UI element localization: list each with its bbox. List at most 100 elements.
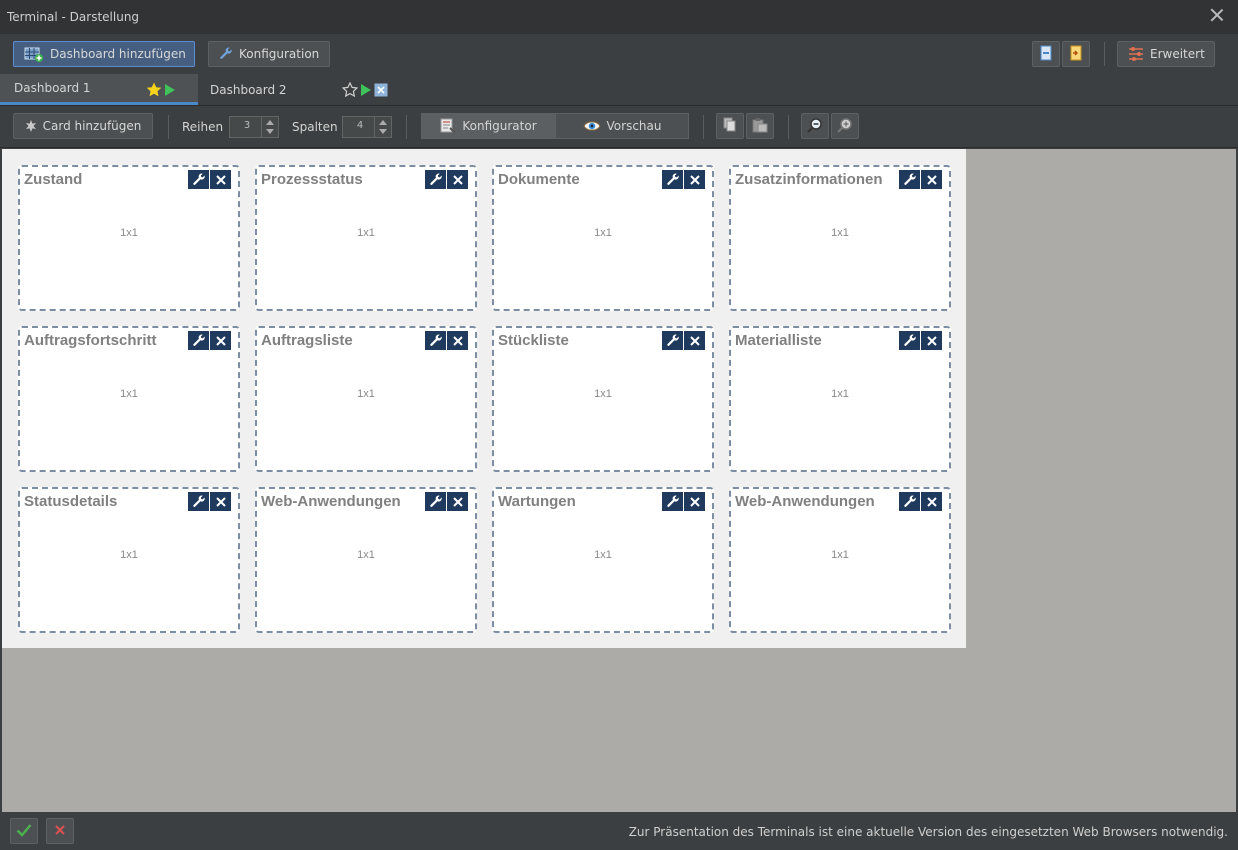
card-settings-button[interactable] (899, 492, 920, 511)
wrench-icon (219, 47, 233, 61)
dashboard-card[interactable]: Statusdetails 1x1 (18, 487, 240, 633)
advanced-label: Erweitert (1150, 47, 1205, 61)
configuration-button[interactable]: Konfiguration (208, 41, 330, 67)
arrow-down-icon[interactable] (266, 129, 274, 134)
close-icon (689, 335, 700, 346)
tab-dashboard-1[interactable]: Dashboard 1 (0, 74, 198, 105)
card-settings-button[interactable] (425, 331, 446, 350)
star-filled-icon[interactable] (146, 82, 162, 100)
card-actions (899, 492, 942, 511)
card-settings-button[interactable] (188, 331, 209, 350)
card-settings-button[interactable] (662, 170, 683, 189)
card-remove-button[interactable] (210, 331, 231, 350)
configuration-label: Konfiguration (239, 47, 320, 61)
close-icon (689, 496, 700, 507)
play-icon[interactable] (164, 83, 176, 100)
card-remove-button[interactable] (447, 492, 468, 511)
card-remove-button[interactable] (447, 331, 468, 350)
dashboard-card[interactable]: Zusatzinformationen 1x1 (729, 165, 951, 311)
card-remove-button[interactable] (684, 492, 705, 511)
dashboard-card[interactable]: Prozessstatus 1x1 (255, 165, 477, 311)
ok-button[interactable] (10, 818, 38, 844)
card-actions (899, 170, 942, 189)
card-size: 1x1 (357, 549, 375, 561)
close-icon (452, 496, 463, 507)
card-remove-button[interactable] (921, 170, 942, 189)
card-settings-button[interactable] (425, 492, 446, 511)
wrench-icon (429, 495, 442, 507)
card-remove-button[interactable] (684, 170, 705, 189)
configurator-toggle[interactable]: Konfigurator (421, 113, 556, 139)
card-settings-button[interactable] (899, 331, 920, 350)
import-button[interactable] (1062, 41, 1090, 67)
arrow-up-icon[interactable] (379, 120, 387, 125)
toolbar-separator (788, 115, 789, 139)
close-icon[interactable] (1210, 8, 1224, 22)
card-title: Web-Anwendungen (261, 493, 401, 510)
card-settings-button[interactable] (899, 170, 920, 189)
card-title: Web-Anwendungen (735, 493, 875, 510)
card-title: Zusatzinformationen (735, 171, 883, 188)
configurator-label: Konfigurator (462, 119, 537, 133)
export-button[interactable] (1032, 41, 1060, 67)
card-remove-button[interactable] (210, 170, 231, 189)
dashboard-card[interactable]: Auftragsfortschritt 1x1 (18, 326, 240, 472)
card-settings-button[interactable] (188, 170, 209, 189)
add-dashboard-button[interactable]: Dashboard hinzufügen (13, 41, 195, 67)
card-size: 1x1 (594, 388, 612, 400)
card-settings-button[interactable] (188, 492, 209, 511)
toolbar-separator (168, 115, 169, 139)
wrench-icon (429, 173, 442, 185)
dashboard-card[interactable]: Auftragsliste 1x1 (255, 326, 477, 472)
card-title: Statusdetails (24, 493, 118, 510)
spinner-arrows[interactable] (261, 117, 278, 137)
add-card-button[interactable]: Card hinzufügen (13, 113, 153, 139)
star-outline-icon[interactable] (341, 81, 359, 100)
close-icon (452, 335, 463, 346)
tab-dashboard-2[interactable]: Dashboard 2 (198, 74, 398, 105)
card-actions (188, 492, 231, 511)
card-remove-button[interactable] (921, 492, 942, 511)
card-size: 1x1 (120, 549, 138, 561)
configurator-icon (440, 118, 457, 134)
arrow-up-icon[interactable] (266, 120, 274, 125)
card-remove-button[interactable] (684, 331, 705, 350)
toolbar-separator (703, 115, 704, 139)
preview-toggle[interactable]: Vorschau (555, 113, 689, 139)
card-settings-button[interactable] (662, 492, 683, 511)
play-icon[interactable] (360, 83, 372, 100)
arrow-down-icon[interactable] (379, 129, 387, 134)
zoom-out-icon (807, 117, 823, 136)
spinner-arrows[interactable] (374, 117, 391, 137)
advanced-button[interactable]: Erweitert (1117, 41, 1215, 67)
columns-spinner[interactable]: 4 (342, 116, 392, 138)
card-size: 1x1 (120, 227, 138, 239)
card-size: 1x1 (594, 227, 612, 239)
card-settings-button[interactable] (662, 331, 683, 350)
dashboard-card[interactable]: Zustand 1x1 (18, 165, 240, 311)
cancel-button[interactable] (46, 818, 74, 844)
zoom-in-button[interactable] (831, 113, 859, 139)
dashboard-card[interactable]: Materialliste 1x1 (729, 326, 951, 472)
close-icon (215, 496, 226, 507)
card-settings-button[interactable] (425, 170, 446, 189)
card-title: Zustand (24, 171, 83, 188)
card-remove-button[interactable] (447, 170, 468, 189)
card-remove-button[interactable] (921, 331, 942, 350)
paste-button[interactable] (746, 113, 774, 139)
zoom-out-button[interactable] (801, 113, 829, 139)
dashboard-card[interactable]: Wartungen 1x1 (492, 487, 714, 633)
close-icon (689, 174, 700, 185)
close-tab-icon[interactable] (374, 83, 388, 100)
dashboard-card[interactable]: Web-Anwendungen 1x1 (255, 487, 477, 633)
dashboard-card[interactable]: Web-Anwendungen 1x1 (729, 487, 951, 633)
columns-label: Spalten (292, 120, 338, 134)
rows-spinner[interactable]: 3 (229, 116, 279, 138)
copy-button[interactable] (716, 113, 744, 139)
dashboard-card[interactable]: Dokumente 1x1 (492, 165, 714, 311)
dashboard-card[interactable]: Stückliste 1x1 (492, 326, 714, 472)
card-remove-button[interactable] (210, 492, 231, 511)
wrench-icon (666, 495, 679, 507)
tab-actions (341, 81, 388, 100)
title-bar: Terminal - Darstellung (0, 0, 1238, 34)
